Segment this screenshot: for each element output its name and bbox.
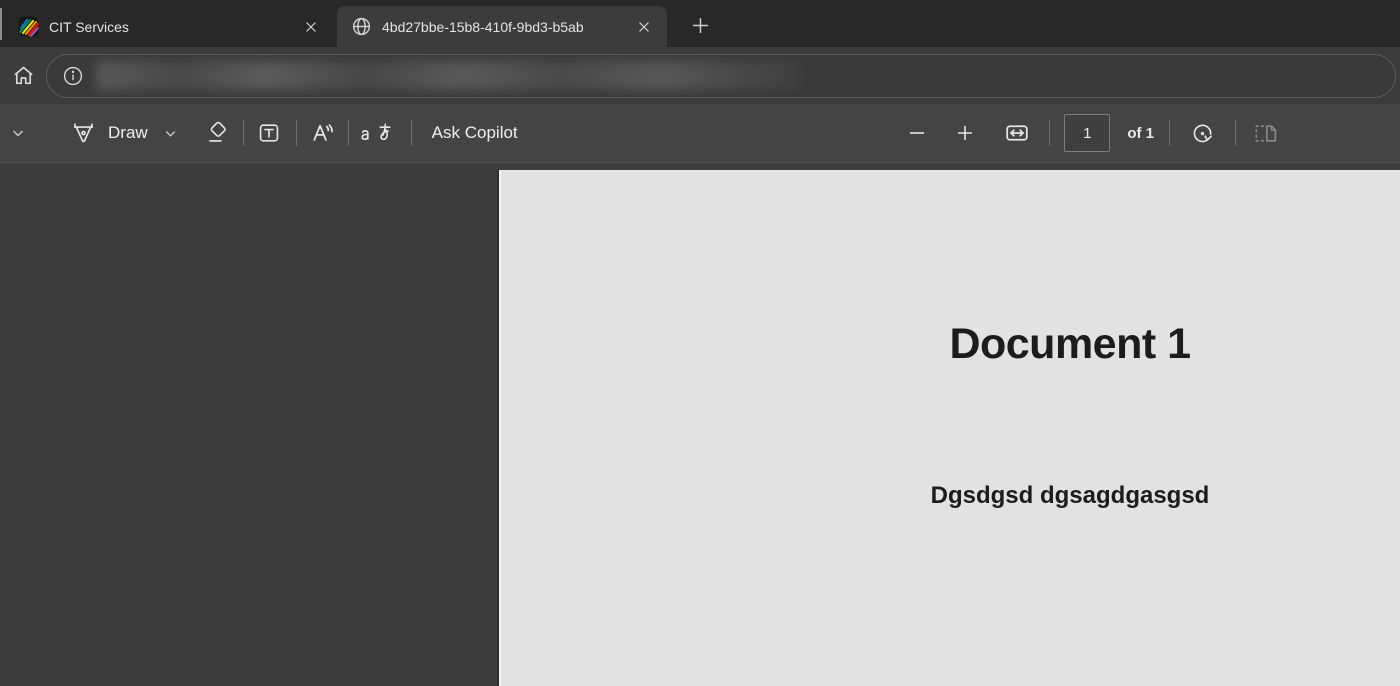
home-icon[interactable] xyxy=(0,54,46,98)
toolbar-divider xyxy=(295,120,297,146)
info-icon[interactable] xyxy=(58,61,88,91)
toolbar-divider xyxy=(1235,120,1236,146)
eraser-icon[interactable] xyxy=(202,120,234,146)
pdf-content-area[interactable]: Document 1 Dgsdgsd dgsagdgasgsd xyxy=(0,163,1400,686)
read-aloud-icon[interactable] xyxy=(305,119,341,147)
new-tab-button[interactable] xyxy=(683,8,717,42)
window-edge-divider xyxy=(0,8,2,40)
document-page[interactable]: Document 1 Dgsdgsd dgsagdgasgsd xyxy=(497,170,1400,686)
redacted-url-text xyxy=(96,61,802,90)
add-text-icon[interactable] xyxy=(253,120,285,146)
tab-pdf-document[interactable]: 4bd27bbe-15b8-410f-9bd3-b5ab xyxy=(337,6,667,47)
draw-button[interactable]: Draw xyxy=(70,120,177,147)
tab-title: CIT Services xyxy=(49,18,129,35)
toolbar-divider xyxy=(410,120,412,146)
address-bar[interactable] xyxy=(46,53,1396,98)
translate-icon[interactable] xyxy=(356,120,396,146)
fit-to-width-icon[interactable] xyxy=(999,119,1035,147)
globe-icon xyxy=(351,16,372,37)
toolbar-divider xyxy=(1169,120,1170,146)
draw-options-chevron-down-icon[interactable] xyxy=(164,127,177,140)
page-view-icon[interactable] xyxy=(1248,120,1282,147)
tab-cit-services[interactable]: CIT Services xyxy=(4,6,334,47)
pdf-view-controls: 1 of 1 xyxy=(901,114,1400,152)
toolbar-divider xyxy=(1049,120,1051,146)
cit-rainbow-icon xyxy=(18,16,39,37)
document-title: Document 1 xyxy=(949,320,1191,368)
rotate-icon[interactable] xyxy=(1185,120,1219,147)
ask-copilot-button[interactable]: Ask Copilot xyxy=(432,123,518,143)
address-row xyxy=(0,47,1400,104)
close-tab-icon[interactable] xyxy=(631,14,657,40)
page-count-label: of 1 xyxy=(1127,124,1154,142)
pen-icon xyxy=(70,120,97,147)
pdf-toolbar: Draw Ask Copilot 1 of 1 xyxy=(0,104,1400,163)
close-tab-icon[interactable] xyxy=(298,14,324,40)
browser-window: CIT Services 4bd27bbe-15b8-410f-9bd3-b5a… xyxy=(0,0,1400,686)
toolbar-divider xyxy=(347,120,349,146)
tab-title: 4bd27bbe-15b8-410f-9bd3-b5ab xyxy=(382,18,584,35)
draw-button-label: Draw xyxy=(108,123,148,142)
document-body-text: Dgsdgsd dgsagdgasgsd xyxy=(930,482,1210,509)
zoom-in-icon[interactable] xyxy=(949,124,981,142)
zoom-out-icon[interactable] xyxy=(901,124,933,142)
tab-strip: CIT Services 4bd27bbe-15b8-410f-9bd3-b5a… xyxy=(0,0,1400,47)
toolbar-collapse-chevron-down-icon[interactable] xyxy=(2,126,34,140)
page-number-input[interactable]: 1 xyxy=(1064,114,1111,152)
toolbar-divider xyxy=(242,120,244,146)
